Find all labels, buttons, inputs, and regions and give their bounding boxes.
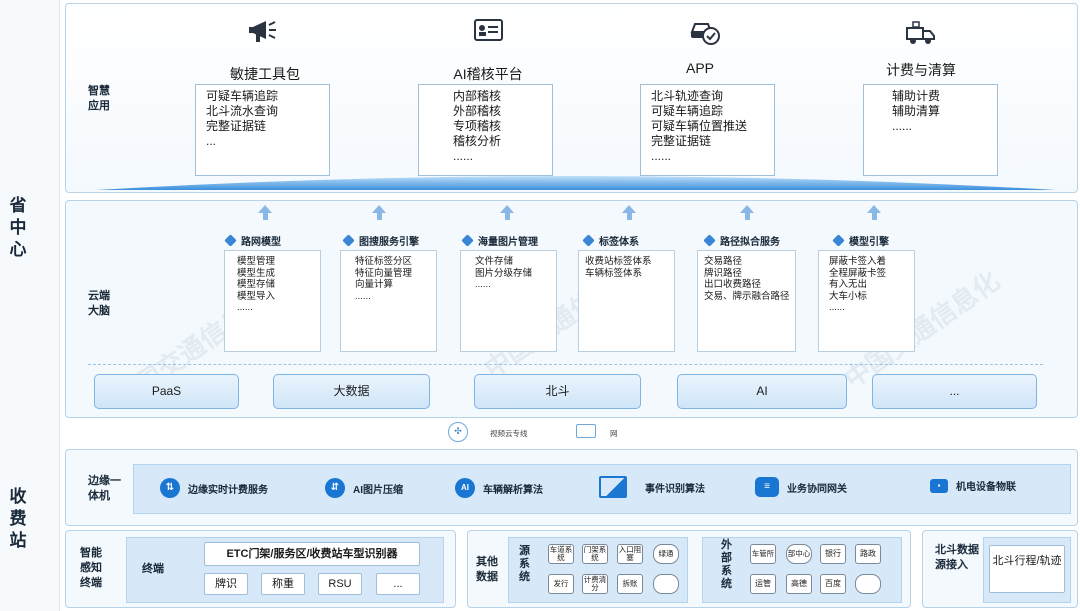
module-title-tag-system: 标签体系: [582, 233, 639, 248]
smart-apps-label: 智慧应用: [88, 85, 110, 112]
edge-item-compress: ⇵ AI图片压缩: [325, 478, 403, 498]
up-arrow-icon: [500, 205, 514, 220]
base-paas: PaaS: [94, 374, 239, 409]
cube-icon: [461, 234, 474, 247]
switch-icon: [576, 424, 596, 438]
database-icon: [653, 574, 679, 594]
source-system-label: 源系统: [519, 545, 530, 583]
tag: 路政: [855, 544, 881, 564]
edge-label: 边缘一体机: [88, 475, 121, 502]
tag: 部中心: [786, 544, 812, 564]
app-feature-list: 辅助计费 辅助清算 ......: [863, 84, 998, 176]
edge-item-event-algo: 事件识别算法: [599, 476, 705, 498]
terminal-sub-label: 终端: [142, 563, 164, 575]
beidou-panel: 北斗数据源接入 北斗行程/轨迹: [922, 530, 1078, 608]
terminal-cell-plate: 牌识: [204, 573, 248, 595]
cloud-brain-label: 云端大脑: [88, 290, 110, 317]
video-cloud-label: 视频云专线: [490, 429, 528, 438]
up-arrow-icon: [867, 205, 881, 220]
app-title: AI稽核平台: [453, 66, 523, 82]
tag: 入口阻塞: [617, 544, 643, 564]
terminal-cell-more: ...: [376, 573, 420, 595]
terminal-panel: 智能感知终端 终端 ETC门架/服务区/收费站车型识别器 牌识 称重 RSU .…: [65, 530, 456, 608]
tag: 拆账: [617, 574, 643, 594]
tag: 计费清分: [582, 574, 608, 594]
other-data-panel: 其他数据 源系统 车道系统 门架系统 入口阻塞 绿通 发行 计费清分 拆账 外部…: [467, 530, 911, 608]
app-feature-list: 北斗轨迹查询 可疑车辆追踪 可疑车辆位置推送 完整证据链 ......: [640, 84, 775, 176]
tag: 运管: [750, 574, 776, 594]
edge-item-billing: ⇅ 边缘实时计费服务: [160, 478, 268, 498]
tag: 银行: [820, 544, 846, 564]
gateway-icon: ≡: [755, 477, 779, 497]
edge-item-vehicle-algo: AI 车辆解析算法: [455, 478, 543, 498]
tag: 百度: [820, 574, 846, 594]
other-data-label: 其他数据: [476, 556, 498, 583]
module-title-road-model: 路网模型: [224, 233, 281, 248]
tag: 绿通: [653, 544, 679, 564]
up-arrow-icon: [622, 205, 636, 220]
cube-icon: [703, 234, 716, 247]
router-icon: ▪: [930, 478, 948, 493]
province-center-label: 省中心: [9, 196, 27, 259]
beidou-trip-box: 北斗行程/轨迹: [989, 545, 1065, 593]
billing-icon: ⇅: [160, 478, 180, 498]
cube-icon: [224, 234, 237, 247]
app-feature-list: 内部稽核 外部稽核 专项稽核 稽核分析 ......: [418, 84, 553, 176]
module-box-road-model: 模型管理 模型生成 模型存储 模型导入......: [224, 250, 321, 352]
module-box-image-search: 特征标签分区 特征向量管理 向量计算......: [340, 250, 437, 352]
toll-station-label: 收费站: [9, 487, 27, 550]
id-card-icon: [474, 19, 503, 41]
app-column-billing: 计费与清算 辅助计费 辅助清算 ......: [851, 16, 1011, 186]
up-arrow-icon: [740, 205, 754, 220]
car-check-icon: [690, 23, 720, 45]
app-feature-list: 可疑车辆追踪 北斗流水查询 完整证据链 ...: [195, 84, 330, 176]
tag: 门架系统: [582, 544, 608, 564]
base-bigdata: 大数据: [273, 374, 430, 409]
tag: 车道系统: [548, 544, 574, 564]
module-title-model-engine: 模型引擎: [832, 233, 889, 248]
base-ai: AI: [677, 374, 847, 409]
up-arrow-icon: [258, 205, 272, 220]
terminal-header: ETC门架/服务区/收费站车型识别器: [204, 542, 420, 566]
module-title-path-fitting: 路径拟合服务: [703, 233, 780, 248]
app-title: 敏捷工具包: [230, 66, 300, 82]
terminal-cell-weigh: 称重: [261, 573, 305, 595]
image-icon: [599, 476, 627, 498]
base-beidou: 北斗: [474, 374, 641, 409]
module-box-tag-system: 收费站标签体系 车辆标签体系: [578, 250, 675, 352]
base-more: ...: [872, 374, 1037, 409]
database-icon: [855, 574, 881, 594]
app-title: APP: [685, 60, 714, 76]
tag: 车管所: [750, 544, 776, 564]
tag: 发行: [548, 574, 574, 594]
edge-item-iot: ▪ 机电设备物联: [930, 478, 1016, 493]
module-box-image-mgmt: 文件存储 图片分级存储......: [460, 250, 557, 352]
beidou-label: 北斗数据源接入: [935, 544, 979, 571]
app-column-toolkit: 敏捷工具包 可疑车辆追踪 北斗流水查询 完整证据链 ...: [185, 16, 345, 186]
module-title-image-search: 图搜服务引擎: [342, 233, 419, 248]
truck-icon: [906, 21, 935, 44]
app-title: 计费与清算: [886, 62, 956, 78]
external-system-label: 外部系统: [721, 539, 732, 590]
network-hub-icon: ✣: [448, 422, 468, 442]
module-title-image-mgmt: 海量图片管理: [461, 233, 538, 248]
app-column-app: APP 北斗轨迹查询 可疑车辆追踪 可疑车辆位置推送 完整证据链 ......: [630, 10, 790, 180]
cube-icon: [832, 234, 845, 247]
up-arrow-icon: [372, 205, 386, 220]
tag: 高德: [786, 574, 812, 594]
terminal-label: 智能感知终端: [80, 547, 102, 589]
module-box-path-fitting: 交易路径 牌识路径 出口收费路径 交易、牌示融合路径: [697, 250, 796, 352]
megaphone-icon: [249, 21, 276, 42]
cube-icon: [342, 234, 355, 247]
module-box-model-engine: 屏蔽卡签入着 全程屏蔽卡签 有入无出 大车小标......: [818, 250, 915, 352]
compress-icon: ⇵: [325, 478, 345, 498]
app-column-audit: AI稽核平台 内部稽核 外部稽核 专项稽核 稽核分析 ......: [408, 16, 568, 186]
cube-icon: [582, 234, 595, 247]
edge-item-gateway: ≡ 业务协同网关: [755, 477, 847, 497]
ai-icon: AI: [455, 478, 475, 498]
terminal-cell-rsu: RSU: [318, 573, 362, 595]
net-label: 网: [610, 429, 618, 438]
